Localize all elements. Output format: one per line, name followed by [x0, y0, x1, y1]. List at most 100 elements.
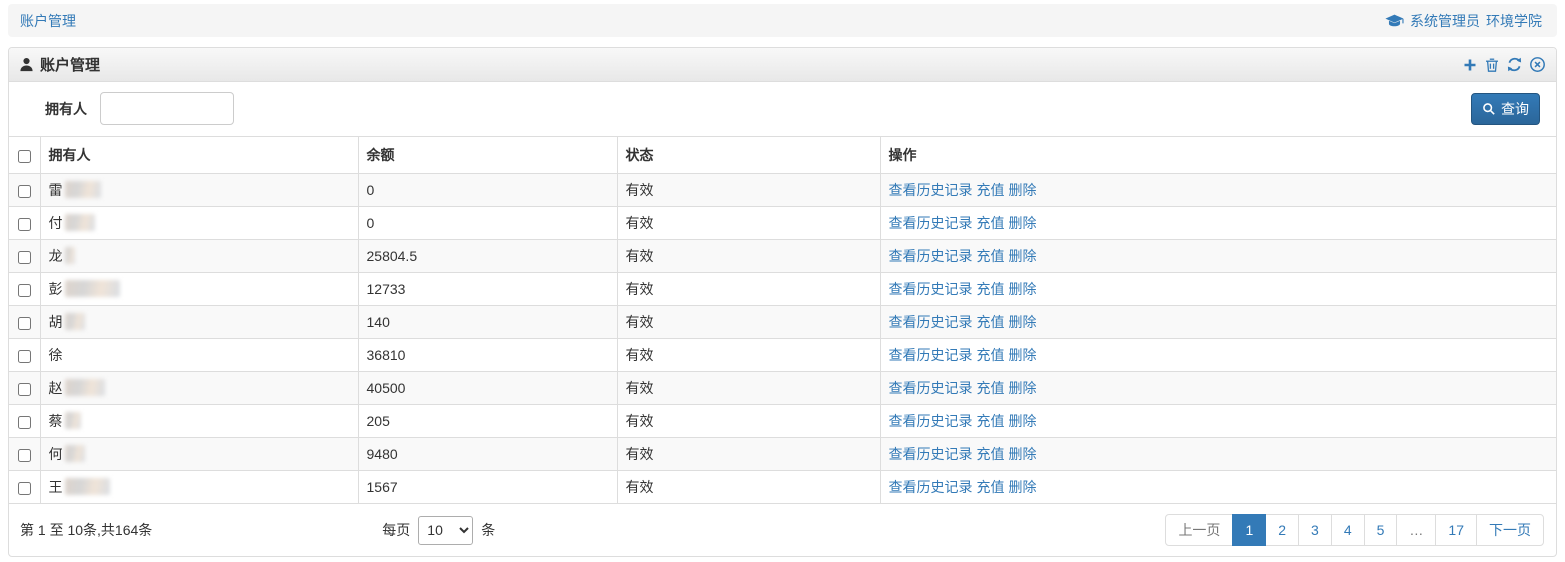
delete-link[interactable]: 删除 — [1009, 314, 1037, 330]
pagination-prev-button[interactable]: 上一页 — [1165, 514, 1234, 546]
redacted-name-mask — [64, 214, 95, 231]
redacted-name-mask — [64, 445, 85, 462]
pagination: 上一页 1 2 3 4 5… 17 下一页 — [1165, 514, 1544, 546]
redacted-name-mask — [64, 379, 105, 396]
actions-cell: 查看历史记录 充值 删除 — [879, 305, 1556, 339]
status-cell: 有效 — [616, 371, 881, 405]
recharge-link[interactable]: 充值 — [977, 215, 1005, 231]
add-button[interactable] — [1462, 57, 1478, 73]
pagination-page-1-button[interactable]: 1 — [1232, 514, 1267, 546]
row-checkbox[interactable] — [17, 184, 31, 198]
pagination-ellipsis: … — [1396, 514, 1437, 546]
delete-link[interactable]: 删除 — [1009, 347, 1037, 363]
table-row: 赵 40500 有效 查看历史记录 充值 删除 — [9, 371, 1556, 405]
actions-cell: 查看历史记录 充值 删除 — [879, 239, 1556, 273]
redacted-name-mask — [64, 478, 110, 495]
close-button[interactable] — [1529, 56, 1546, 73]
row-checkbox[interactable] — [17, 448, 31, 462]
balance-cell: 9480 — [357, 437, 618, 471]
row-checkbox[interactable] — [17, 316, 31, 330]
delete-link[interactable]: 删除 — [1009, 248, 1037, 264]
row-checkbox[interactable] — [17, 283, 31, 297]
status-cell: 有效 — [616, 305, 881, 339]
actions-cell: 查看历史记录 充值 删除 — [879, 173, 1556, 207]
row-checkbox[interactable] — [17, 217, 31, 231]
table-row: 蔡 205 有效 查看历史记录 充值 删除 — [9, 404, 1556, 438]
recharge-link[interactable]: 充值 — [977, 446, 1005, 462]
select-all-checkbox[interactable] — [17, 149, 31, 163]
view-history-link[interactable]: 查看历史记录 — [889, 182, 973, 198]
delete-link[interactable]: 删除 — [1009, 182, 1037, 198]
delete-link[interactable]: 删除 — [1009, 446, 1037, 462]
view-history-link[interactable]: 查看历史记录 — [889, 281, 973, 297]
recharge-link[interactable]: 充值 — [977, 248, 1005, 264]
delete-link[interactable]: 删除 — [1009, 380, 1037, 396]
table-row: 胡 140 有效 查看历史记录 充值 删除 — [9, 305, 1556, 339]
balance-cell: 1567 — [357, 470, 618, 504]
row-checkbox[interactable] — [17, 415, 31, 429]
actions-cell: 查看历史记录 充值 删除 — [879, 404, 1556, 438]
delete-link[interactable]: 删除 — [1009, 479, 1037, 495]
owner-cell: 彭 — [39, 272, 359, 306]
status-cell: 有效 — [616, 272, 881, 306]
view-history-link[interactable]: 查看历史记录 — [889, 248, 973, 264]
view-history-link[interactable]: 查看历史记录 — [889, 347, 973, 363]
recharge-link[interactable]: 充值 — [977, 413, 1005, 429]
table-body: 雷 0 有效 查看历史记录 充值 删除 付 0 有效 查看历史记录 充值 删除 龙 25… — [9, 173, 1556, 504]
status-cell: 有效 — [616, 173, 881, 207]
row-checkbox[interactable] — [17, 481, 31, 495]
recharge-link[interactable]: 充值 — [977, 479, 1005, 495]
owner-search-input[interactable] — [100, 92, 234, 125]
user-role-link[interactable]: 系统管理员 — [1410, 11, 1480, 31]
col-header-owner: 拥有人 — [39, 136, 359, 174]
view-history-link[interactable]: 查看历史记录 — [889, 413, 973, 429]
delete-link[interactable]: 删除 — [1009, 413, 1037, 429]
view-history-link[interactable]: 查看历史记录 — [889, 446, 973, 462]
user-org-link[interactable]: 环境学院 — [1486, 11, 1542, 31]
breadcrumb[interactable]: 账户管理 — [20, 11, 76, 31]
delete-link[interactable]: 删除 — [1009, 281, 1037, 297]
search-row: 拥有人 查询 — [9, 82, 1556, 136]
actions-cell: 查看历史记录 充值 删除 — [879, 272, 1556, 306]
breadcrumb-bar: 账户管理 系统管理员 环境学院 — [8, 4, 1557, 37]
delete-selected-button[interactable] — [1484, 57, 1500, 73]
table-row: 徐 36810 有效 查看历史记录 充值 删除 — [9, 338, 1556, 372]
row-checkbox[interactable] — [17, 349, 31, 363]
owner-cell: 赵 — [39, 371, 359, 405]
owner-cell: 蔡 — [39, 404, 359, 438]
view-history-link[interactable]: 查看历史记录 — [889, 479, 973, 495]
query-button[interactable]: 查询 — [1471, 92, 1540, 125]
view-history-link[interactable]: 查看历史记录 — [889, 215, 973, 231]
actions-cell: 查看历史记录 充值 删除 — [879, 206, 1556, 240]
table-row: 龙 25804.5 有效 查看历史记录 充值 删除 — [9, 239, 1556, 273]
row-checkbox[interactable] — [17, 250, 31, 264]
view-history-link[interactable]: 查看历史记录 — [889, 380, 973, 396]
panel-heading: 账户管理 — [9, 48, 1556, 82]
row-checkbox[interactable] — [17, 382, 31, 396]
per-page-control: 每页 10 条 — [382, 515, 495, 545]
delete-link[interactable]: 删除 — [1009, 215, 1037, 231]
pagination-next-button[interactable]: 下一页 — [1476, 514, 1544, 546]
per-page-select[interactable]: 10 — [418, 515, 474, 545]
table-row: 彭 12733 有效 查看历史记录 充值 删除 — [9, 272, 1556, 306]
recharge-link[interactable]: 充值 — [977, 314, 1005, 330]
pagination-page-4-button[interactable]: 4 — [1330, 514, 1365, 546]
panel-title-wrap: 账户管理 — [19, 54, 100, 75]
recharge-link[interactable]: 充值 — [977, 380, 1005, 396]
view-history-link[interactable]: 查看历史记录 — [889, 314, 973, 330]
pagination-page-17-button[interactable]: 17 — [1435, 514, 1477, 546]
table-row: 何 9480 有效 查看历史记录 充值 删除 — [9, 437, 1556, 471]
balance-cell: 25804.5 — [357, 239, 618, 273]
accounts-table: 拥有人 余额 状态 操作 雷 0 有效 查看历史记录 充值 删除 付 0 有效 查看… — [9, 136, 1556, 504]
pagination-page-3-button[interactable]: 3 — [1298, 514, 1332, 546]
owner-cell: 雷 — [39, 173, 359, 207]
table-header-row: 拥有人 余额 状态 操作 — [9, 136, 1556, 174]
table-row: 王 1567 有效 查看历史记录 充值 删除 — [9, 470, 1556, 504]
recharge-link[interactable]: 充值 — [977, 347, 1005, 363]
plus-icon — [1464, 59, 1476, 70]
refresh-button[interactable] — [1506, 56, 1523, 73]
recharge-link[interactable]: 充值 — [977, 281, 1005, 297]
pagination-page-5-button[interactable]: 5 — [1363, 514, 1398, 546]
recharge-link[interactable]: 充值 — [977, 182, 1005, 198]
pagination-page-2-button[interactable]: 2 — [1265, 514, 1300, 546]
